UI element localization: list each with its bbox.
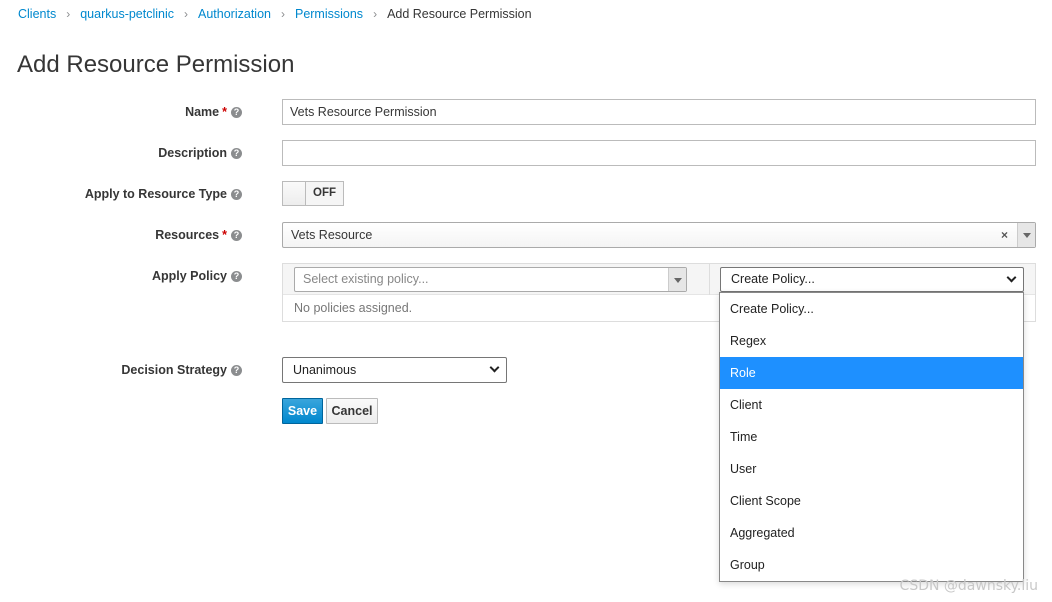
chevron-down-icon [489,362,500,373]
required-marker: * [222,105,227,119]
divider [709,264,710,295]
create-policy-value: Create Policy... [731,272,815,286]
breadcrumb-clients[interactable]: Clients [18,7,56,21]
resources-label-text: Resources [155,228,220,242]
breadcrumb-current: Add Resource Permission [387,7,532,21]
resources-label: Resources * ? [155,228,242,242]
clear-icon[interactable]: × [1001,228,1008,242]
decision-strategy-select[interactable]: Unanimous [282,357,507,383]
help-icon[interactable]: ? [231,106,242,118]
dropdown-option[interactable]: Regex [720,325,1023,357]
existing-policy-placeholder: Select existing policy... [303,272,429,286]
decision-strategy-value: Unanimous [293,363,357,377]
apply-resource-type-label: Apply to Resource Type ? [85,187,242,201]
create-policy-select[interactable]: Create Policy... [720,267,1024,292]
apply-resource-type-toggle[interactable]: OFF [282,181,344,206]
cancel-button[interactable]: Cancel [326,398,378,424]
existing-policy-select[interactable]: Select existing policy... [294,267,687,292]
chevron-down-icon [1006,272,1017,283]
breadcrumb-permissions[interactable]: Permissions [295,7,363,21]
breadcrumb-client[interactable]: quarkus-petclinic [80,7,174,21]
description-label-text: Description [158,146,227,160]
page-title: Add Resource Permission [17,51,295,78]
name-input[interactable] [282,99,1036,125]
breadcrumb-authorization[interactable]: Authorization [198,7,271,21]
dropdown-option[interactable]: Client [720,389,1023,421]
caret-down-icon [1023,233,1031,238]
dropdown-arrow[interactable] [1017,223,1035,247]
help-icon[interactable]: ? [231,188,242,200]
breadcrumb: Clients › quarkus-petclinic › Authorizat… [18,7,532,21]
chevron-right-icon: › [184,7,189,21]
chevron-right-icon: › [66,7,71,21]
chevron-right-icon: › [373,7,378,21]
name-label-text: Name [185,105,220,119]
dropdown-option[interactable]: Create Policy... [720,293,1023,325]
resources-value: Vets Resource [291,228,373,242]
caret-down-icon [674,278,682,283]
watermark: CSDN @dawnsky.liu [899,578,1038,594]
save-button[interactable]: Save [282,398,323,424]
no-policies-text: No policies assigned. [294,301,413,315]
help-icon[interactable]: ? [231,364,242,376]
dropdown-option-highlighted[interactable]: Role [720,357,1023,389]
apply-resource-type-label-text: Apply to Resource Type [84,187,227,201]
help-icon[interactable]: ? [231,229,242,241]
decision-strategy-label: Decision Strategy ? [121,363,242,377]
help-icon[interactable]: ? [231,147,242,159]
create-policy-dropdown: Create Policy... Regex Role Client Time … [719,292,1024,582]
dropdown-arrow[interactable] [668,268,686,291]
dropdown-option[interactable]: Client Scope [720,485,1023,517]
toggle-state: OFF [313,187,336,199]
resources-select[interactable]: Vets Resource × [282,222,1036,248]
dropdown-option[interactable]: Aggregated [720,517,1023,549]
required-marker: * [222,228,227,242]
name-label: Name * ? [185,105,242,119]
description-label: Description ? [158,146,242,160]
apply-policy-label-text: Apply Policy [151,269,227,283]
policy-panel-header: Select existing policy... Create Policy.… [283,264,1035,295]
toggle-knob [283,182,306,205]
dropdown-option[interactable]: Time [720,421,1023,453]
help-icon[interactable]: ? [231,270,242,282]
dropdown-option[interactable]: User [720,453,1023,485]
description-input[interactable] [282,140,1036,166]
apply-policy-label: Apply Policy ? [152,269,242,283]
chevron-right-icon: › [280,7,285,21]
decision-strategy-label-text: Decision Strategy [121,363,227,377]
dropdown-option[interactable]: Group [720,549,1023,581]
